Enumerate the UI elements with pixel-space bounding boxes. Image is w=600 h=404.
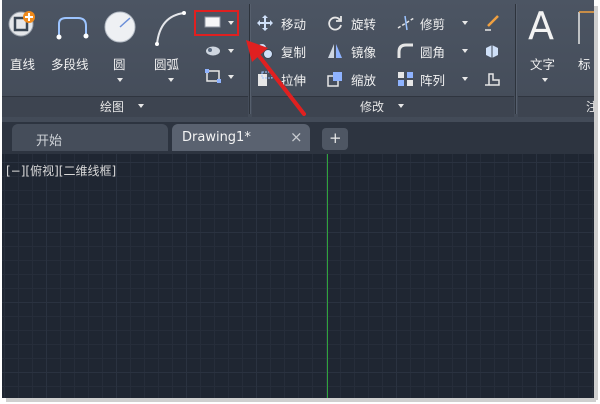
annotation-panel-bar[interactable] xyxy=(518,96,594,117)
fillet-label: 圆角 xyxy=(420,45,446,60)
line-label: 直线 xyxy=(10,57,36,72)
fillet-icon xyxy=(397,43,413,58)
scale-icon xyxy=(327,72,342,87)
dimension-label: 标 xyxy=(578,57,591,72)
text-glyph-icon: A xyxy=(528,4,554,48)
trim-icon xyxy=(397,15,415,31)
mirror-icon xyxy=(328,44,342,58)
array-icon xyxy=(398,72,413,86)
polyline-label: 多段线 xyxy=(51,57,89,72)
array-label: 阵列 xyxy=(420,73,446,88)
fillet-tool[interactable]: 圆角 xyxy=(394,40,472,62)
trim-tool[interactable]: 修剪 xyxy=(394,12,472,34)
circle-icon xyxy=(104,11,136,43)
text-tool[interactable]: A 文字 xyxy=(522,4,566,94)
fillet-dropdown-icon[interactable] xyxy=(462,49,468,53)
draw-panel-bar[interactable] xyxy=(2,96,248,117)
dimension-icon xyxy=(578,11,594,44)
arc-dropdown-icon[interactable] xyxy=(168,78,174,82)
highlight-box xyxy=(194,10,239,36)
trim-label: 修剪 xyxy=(420,17,446,32)
region-tool[interactable] xyxy=(198,66,238,88)
offset-icon xyxy=(485,73,500,86)
file-tab-bar: 开始 Drawing1* × + xyxy=(2,122,594,154)
polyline-icon xyxy=(56,17,89,40)
array-dropdown-icon[interactable] xyxy=(462,77,468,81)
new-tab-button[interactable]: + xyxy=(322,128,348,150)
move-label: 移动 xyxy=(281,17,307,32)
circle-tool[interactable]: 圆 xyxy=(100,6,140,94)
autocad-window: 直线 多段线 圆 圆弧 绘图 移动 旋转 修剪 复制 镜像 圆角 拉伸 缩放 阵… xyxy=(2,0,594,398)
circle-label: 圆 xyxy=(113,57,126,72)
erase-icon xyxy=(485,15,499,31)
region-icon xyxy=(205,69,221,83)
drawing-canvas[interactable]: [−][俯视][二维线框] xyxy=(2,154,594,398)
annotation-panel-title[interactable]: 注 xyxy=(586,98,594,115)
hatch-dropdown-icon[interactable] xyxy=(228,49,234,53)
polyline-tool[interactable]: 多段线 xyxy=(50,6,98,76)
frame-shadow xyxy=(594,6,598,400)
close-icon[interactable]: × xyxy=(290,128,303,146)
plus-icon: + xyxy=(329,129,342,147)
hatch-tool[interactable] xyxy=(198,40,238,62)
text-label: 文字 xyxy=(530,57,556,72)
rotate-tool[interactable]: 旋转 xyxy=(324,12,388,34)
arc-tool[interactable]: 圆弧 xyxy=(148,6,192,94)
scale-tool[interactable]: 缩放 xyxy=(324,68,388,90)
offset-tool[interactable] xyxy=(480,68,506,90)
trim-dropdown-icon[interactable] xyxy=(462,21,468,25)
scale-label: 缩放 xyxy=(351,73,377,88)
modify-panel-title[interactable]: 修改 xyxy=(360,98,384,115)
erase-tool[interactable] xyxy=(480,12,506,34)
y-axis-line xyxy=(327,154,328,398)
arc-label: 圆弧 xyxy=(154,57,180,72)
hatch-icon xyxy=(206,46,220,56)
arc-icon xyxy=(155,11,186,46)
tab-drawing1[interactable]: Drawing1* × xyxy=(172,124,310,151)
mirror-tool[interactable]: 镜像 xyxy=(324,40,388,62)
draw-panel-title[interactable]: 绘图 xyxy=(100,98,124,115)
tab-start-label: 开始 xyxy=(36,134,63,149)
rotate-label: 旋转 xyxy=(351,17,377,32)
tab-start[interactable]: 开始 xyxy=(12,124,168,151)
rotate-icon xyxy=(328,16,342,31)
viewport-controls[interactable]: [−][俯视][二维线框] xyxy=(6,162,116,179)
move-tool[interactable]: 移动 xyxy=(254,12,318,34)
mirror-label: 镜像 xyxy=(351,45,377,60)
explode-tool[interactable] xyxy=(480,40,506,62)
text-dropdown-icon[interactable] xyxy=(542,78,548,82)
dimension-tool[interactable]: 标 xyxy=(572,6,594,94)
line-icon xyxy=(8,11,35,37)
circle-dropdown-icon[interactable] xyxy=(117,78,123,82)
region-dropdown-icon[interactable] xyxy=(228,75,234,79)
array-tool[interactable]: 阵列 xyxy=(394,68,472,90)
move-icon xyxy=(257,15,273,31)
tab-drawing1-label: Drawing1* xyxy=(182,130,251,145)
line-tool[interactable]: 直线 xyxy=(4,6,44,76)
draw-panel-dropdown-icon[interactable] xyxy=(138,104,144,108)
red-arrow-icon xyxy=(246,40,306,116)
explode-icon xyxy=(486,45,498,58)
frame-shadow xyxy=(6,398,596,402)
modify-panel-dropdown-icon[interactable] xyxy=(398,104,404,108)
separator xyxy=(515,4,516,114)
